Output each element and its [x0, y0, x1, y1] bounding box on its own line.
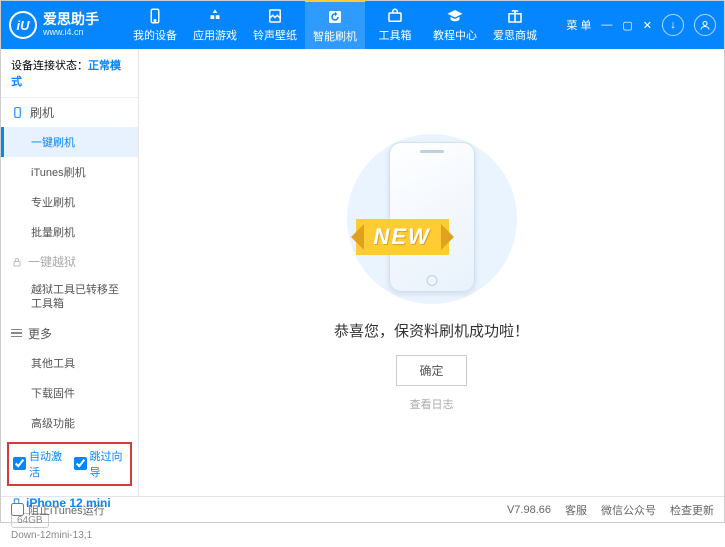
- section-more[interactable]: 更多: [1, 319, 138, 348]
- chk-skip-guide[interactable]: 跳过向导: [74, 448, 127, 480]
- menu-label[interactable]: 菜 单: [566, 17, 591, 33]
- graduation-icon: [446, 7, 464, 25]
- window-controls: 菜 单 — ▢ ✕ ↓: [566, 14, 716, 36]
- sidebar: 设备连接状态：正常模式 刷机 一键刷机 iTunes刷机 专业刷机 批量刷机 一…: [1, 49, 139, 496]
- wallpaper-icon: [266, 7, 284, 25]
- view-log-link[interactable]: 查看日志: [410, 396, 454, 412]
- device-model: Down-12mini-13,1: [11, 530, 128, 541]
- section-flash[interactable]: 刷机: [1, 98, 138, 127]
- options-highlight: 自动激活 跳过向导: [7, 442, 132, 486]
- titlebar: iU 爱思助手 www.i4.cn 我的设备 应用游戏 铃声壁纸 智能刷机 工具…: [1, 1, 724, 49]
- connection-status: 设备连接状态：正常模式: [1, 49, 138, 98]
- chk-block-itunes[interactable]: 阻止iTunes运行: [11, 502, 105, 518]
- logo[interactable]: iU 爱思助手 www.i4.cn: [9, 11, 125, 39]
- new-banner: NEW: [356, 219, 449, 255]
- refresh-icon: [326, 8, 344, 26]
- chk-auto-activate[interactable]: 自动激活: [13, 448, 66, 480]
- sidebar-item-firmware[interactable]: 下载固件: [1, 378, 138, 408]
- nav-smart-flash[interactable]: 智能刷机: [305, 0, 365, 49]
- wechat-link[interactable]: 微信公众号: [601, 502, 656, 518]
- update-link[interactable]: 检查更新: [670, 502, 714, 518]
- statusbar: 阻止iTunes运行 V7.98.66 客服 微信公众号 检查更新: [1, 496, 724, 522]
- apps-icon: [206, 7, 224, 25]
- phone-graphic: [389, 142, 475, 292]
- phone-icon: [146, 7, 164, 25]
- sidebar-item-batch[interactable]: 批量刷机: [1, 217, 138, 247]
- main-content: NEW 恭喜您，保资料刷机成功啦！ 确定 查看日志: [139, 49, 724, 496]
- success-illustration: NEW: [332, 134, 532, 304]
- brand-sub: www.i4.cn: [43, 28, 99, 38]
- logo-icon: iU: [9, 11, 37, 39]
- support-link[interactable]: 客服: [565, 502, 587, 518]
- sidebar-item-itunes[interactable]: iTunes刷机: [1, 157, 138, 187]
- menu-icon: [11, 329, 22, 338]
- jailbreak-note: 越狱工具已转移至工具箱: [1, 276, 138, 319]
- sidebar-item-pro[interactable]: 专业刷机: [1, 187, 138, 217]
- nav-apps[interactable]: 应用游戏: [185, 1, 245, 49]
- confirm-button[interactable]: 确定: [396, 355, 466, 386]
- gift-icon: [506, 7, 524, 25]
- toolbox-icon: [386, 7, 404, 25]
- nav-ringtone[interactable]: 铃声壁纸: [245, 1, 305, 49]
- success-message: 恭喜您，保资料刷机成功啦！: [334, 320, 529, 341]
- sidebar-item-advanced[interactable]: 高级功能: [1, 408, 138, 438]
- download-icon[interactable]: ↓: [662, 14, 684, 36]
- version-label: V7.98.66: [507, 504, 551, 516]
- brand-title: 爱思助手: [43, 12, 99, 27]
- sidebar-item-other[interactable]: 其他工具: [1, 348, 138, 378]
- nav-store[interactable]: 爱思商城: [485, 1, 545, 49]
- close-icon[interactable]: ✕: [643, 19, 652, 32]
- maximize-icon[interactable]: ▢: [622, 19, 632, 32]
- main-nav: 我的设备 应用游戏 铃声壁纸 智能刷机 工具箱 教程中心 爱思商城: [125, 1, 566, 49]
- nav-my-device[interactable]: 我的设备: [125, 1, 185, 49]
- sidebar-item-oneclick[interactable]: 一键刷机: [1, 127, 138, 157]
- nav-tutorial[interactable]: 教程中心: [425, 1, 485, 49]
- user-icon[interactable]: [694, 14, 716, 36]
- lock-icon: [11, 256, 23, 268]
- minimize-icon[interactable]: —: [601, 19, 612, 31]
- phone-small-icon: [11, 106, 24, 119]
- nav-toolbox[interactable]: 工具箱: [365, 1, 425, 49]
- section-jailbreak: 一键越狱: [1, 247, 138, 276]
